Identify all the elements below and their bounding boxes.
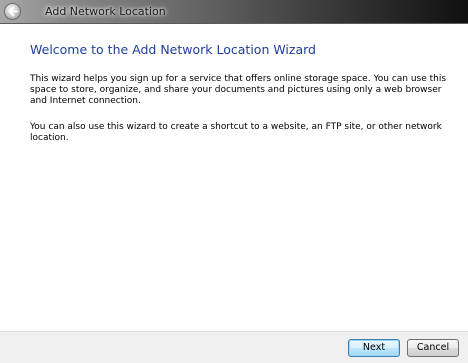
back-arrow-icon	[8, 6, 18, 17]
next-button[interactable]: Next	[348, 339, 400, 357]
wizard-shortcut-note: You can also use this wizard to create a…	[30, 122, 442, 143]
back-button[interactable]	[4, 3, 21, 20]
button-bar: Next Cancel	[0, 331, 468, 363]
title-bar: Add Network Location	[0, 0, 468, 24]
window-title: Add Network Location	[45, 5, 166, 18]
cancel-button[interactable]: Cancel	[407, 339, 459, 357]
wizard-heading: Welcome to the Add Network Location Wiza…	[30, 42, 316, 57]
wizard-page: Welcome to the Add Network Location Wiza…	[0, 24, 468, 331]
wizard-description: This wizard helps you sign up for a serv…	[30, 74, 447, 106]
